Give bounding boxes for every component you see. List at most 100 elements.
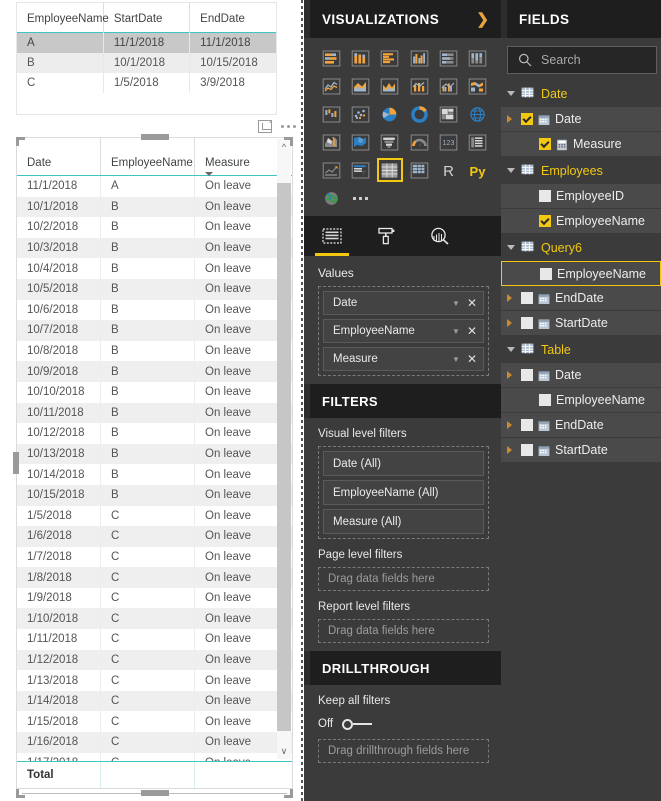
keep-all-filters-toggle[interactable] — [342, 718, 373, 730]
table-row[interactable]: 1/6/2018 C On leave — [17, 526, 292, 547]
table-row[interactable]: 10/5/2018 B On leave — [17, 278, 292, 300]
field-checkbox[interactable] — [539, 138, 551, 150]
100-stacked-bar-chart-icon[interactable] — [435, 46, 461, 70]
treemap-icon[interactable] — [435, 102, 461, 126]
field-item-date[interactable]: Date — [501, 363, 661, 388]
map-icon[interactable] — [465, 102, 491, 126]
column-header-employeename[interactable]: EmployeeName — [17, 3, 109, 33]
chevron-down-icon[interactable]: ▼ — [452, 355, 460, 364]
expand-collapse-icon[interactable] — [507, 91, 515, 96]
report-level-filters-dropzone[interactable]: Drag data fields here — [318, 619, 489, 643]
line-chart-icon[interactable] — [318, 74, 344, 98]
fields-tree[interactable]: Date Date Measure Employees EmployeeID Employ… — [501, 80, 661, 463]
fields-table-table[interactable]: Table — [501, 336, 661, 363]
table-row[interactable]: 10/1/2018 B On leave — [17, 196, 292, 218]
column-header-enddate[interactable]: EndDate — [190, 3, 276, 33]
visualization-type-gallery[interactable]: 123 R Py — [304, 38, 501, 214]
employees-table-visual[interactable]: EmployeeName StartDate EndDate A 11/1/20… — [16, 2, 277, 115]
field-item-employeename[interactable]: EmployeeName — [501, 209, 661, 234]
resize-handle-bottom-right[interactable] — [284, 789, 293, 798]
expand-field-icon[interactable] — [507, 421, 516, 429]
card-icon[interactable]: 123 — [435, 130, 461, 154]
resize-handle-top-left[interactable] — [16, 137, 25, 146]
table-row[interactable]: 10/2/2018 B On leave — [17, 217, 292, 238]
donut-chart-icon[interactable] — [406, 102, 432, 126]
close-icon[interactable]: ✕ — [467, 296, 477, 310]
column-header-employeename[interactable]: EmployeeName — [101, 138, 195, 175]
table-row[interactable]: 1/11/2018 C On leave — [17, 629, 292, 650]
table-row[interactable]: 10/11/2018 B On leave — [17, 402, 292, 424]
clustered-column-chart-icon[interactable] — [406, 46, 432, 70]
more-options-icon[interactable] — [281, 124, 296, 128]
clustered-bar-chart-icon[interactable] — [377, 46, 403, 70]
expand-collapse-icon[interactable] — [507, 347, 515, 352]
table-row[interactable]: 1/10/2018 C On leave — [17, 608, 292, 630]
field-checkbox[interactable] — [539, 394, 551, 406]
field-checkbox[interactable] — [539, 190, 551, 202]
expand-field-icon[interactable] — [507, 446, 516, 454]
tab-analytics[interactable] — [426, 216, 454, 256]
page-level-filters-dropzone[interactable]: Drag data fields here — [318, 567, 489, 591]
value-field-measure[interactable]: Measure ▼ ✕ — [323, 347, 484, 371]
focus-mode-icon[interactable] — [258, 119, 273, 133]
table-row[interactable]: A 11/1/2018 11/1/2018 — [17, 32, 276, 53]
table-row[interactable]: 10/10/2018 B On leave — [17, 381, 292, 403]
pie-chart-icon[interactable] — [377, 102, 403, 126]
table-row[interactable]: C 1/5/2018 3/9/2018 — [17, 73, 276, 93]
table-row[interactable]: 10/12/2018 B On leave — [17, 423, 292, 444]
table-row[interactable]: 1/12/2018 C On leave — [17, 649, 292, 671]
chevron-down-icon[interactable]: ▼ — [452, 299, 460, 308]
fields-search-box[interactable]: Search — [507, 46, 657, 74]
table-row[interactable]: 1/5/2018 C On leave — [17, 505, 292, 527]
100-stacked-column-chart-icon[interactable] — [465, 46, 491, 70]
table-vertical-scrollbar[interactable]: ^ ∨ — [277, 139, 291, 759]
table-row[interactable]: 1/13/2018 C On leave — [17, 670, 292, 691]
table-row[interactable]: 1/7/2018 C On leave — [17, 546, 292, 568]
expand-collapse-icon[interactable] — [507, 245, 515, 250]
field-item-employeename[interactable]: EmployeeName — [501, 388, 661, 413]
fields-table-query6[interactable]: Query6 — [501, 234, 661, 261]
close-icon[interactable]: ✕ — [467, 324, 477, 338]
field-checkbox[interactable] — [521, 317, 533, 329]
multi-row-card-icon[interactable] — [465, 130, 491, 154]
field-item-enddate[interactable]: EndDate — [501, 286, 661, 311]
table-row[interactable]: 10/13/2018 B On leave — [17, 443, 292, 465]
table-row[interactable]: 1/16/2018 C On leave — [17, 732, 292, 753]
matrix-icon[interactable] — [406, 158, 432, 182]
table-icon[interactable] — [376, 158, 403, 182]
chevron-right-icon[interactable]: ❯ — [476, 10, 489, 28]
field-checkbox[interactable] — [521, 292, 533, 304]
table-body[interactable]: 11/1/2018 A On leave 10/1/2018 B On leave 10/2… — [17, 176, 292, 761]
filter-card-measure[interactable]: Measure (All) — [323, 509, 484, 534]
filled-map-icon[interactable] — [318, 130, 344, 154]
resize-handle-left-middle[interactable] — [13, 452, 19, 474]
keep-all-filters-toggle-row[interactable]: Off — [304, 718, 501, 730]
slicer-icon[interactable] — [347, 158, 373, 182]
table-row[interactable]: 10/7/2018 B On leave — [17, 320, 292, 341]
table-row[interactable]: 10/4/2018 B On leave — [17, 258, 292, 279]
line-and-clustered-column-chart-icon[interactable] — [435, 74, 461, 98]
field-item-employeeid[interactable]: EmployeeID — [501, 184, 661, 209]
field-item-date[interactable]: Date — [501, 107, 661, 132]
table-row[interactable]: 1/17/2018COn leave — [17, 752, 292, 761]
get-more-visuals-icon[interactable] — [347, 186, 373, 210]
field-item-measure[interactable]: Measure — [501, 132, 661, 157]
table-row[interactable]: B 10/1/2018 10/15/2018 — [17, 53, 276, 73]
table-row[interactable]: 1/14/2018 C On leave — [17, 690, 292, 712]
scrollbar-thumb[interactable] — [277, 183, 291, 731]
column-header-startdate[interactable]: StartDate — [103, 3, 191, 33]
resize-handle-top-center[interactable] — [141, 134, 169, 140]
expand-field-icon[interactable] — [507, 371, 516, 379]
table-row[interactable]: 10/6/2018 B On leave — [17, 299, 292, 321]
funnel-chart-icon[interactable] — [377, 130, 403, 154]
field-item-employeename[interactable]: EmployeeName — [501, 261, 661, 286]
value-field-employeename[interactable]: EmployeeName ▼ ✕ — [323, 319, 484, 343]
waterfall-chart-icon[interactable] — [318, 102, 344, 126]
chevron-down-icon[interactable]: ▼ — [452, 327, 460, 336]
close-icon[interactable]: ✕ — [467, 352, 477, 366]
line-and-stacked-column-chart-icon[interactable] — [406, 74, 432, 98]
field-item-startdate[interactable]: StartDate — [501, 438, 661, 463]
ribbon-chart-icon[interactable] — [465, 74, 491, 98]
stacked-area-chart-icon[interactable] — [377, 74, 403, 98]
kpi-icon[interactable] — [318, 158, 344, 182]
